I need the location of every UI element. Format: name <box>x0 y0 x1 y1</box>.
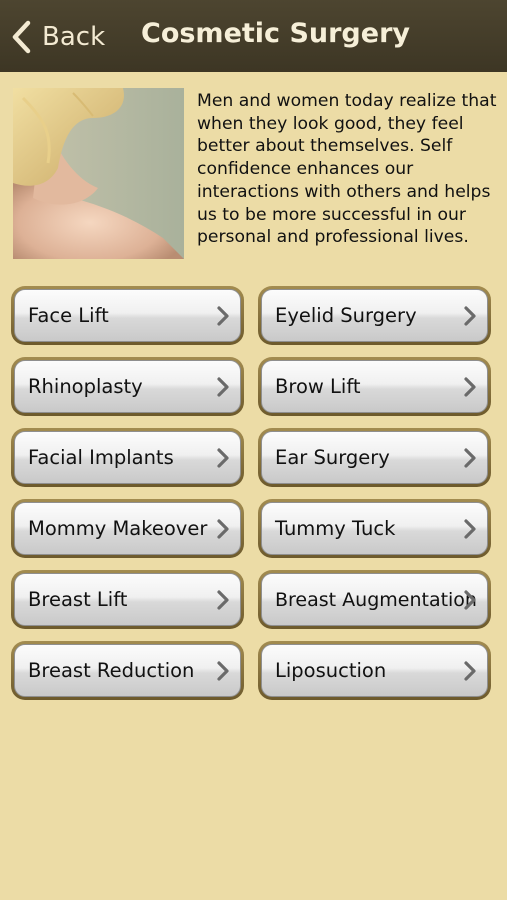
chevron-right-icon <box>217 447 229 468</box>
procedure-label: Face Lift <box>28 304 109 327</box>
procedure-button-breast-reduction[interactable]: Breast Reduction <box>11 641 244 700</box>
procedure-label: Eyelid Surgery <box>275 304 417 327</box>
procedure-button-ear-surgery[interactable]: Ear Surgery <box>258 428 491 487</box>
procedure-button-breast-augmentation[interactable]: Breast Augmentation <box>258 570 491 629</box>
chevron-right-icon <box>464 518 476 539</box>
chevron-right-icon <box>464 589 476 610</box>
chevron-right-icon <box>464 305 476 326</box>
chevron-right-icon <box>217 589 229 610</box>
woman-back-photo <box>13 88 184 259</box>
procedure-label: Liposuction <box>275 659 387 682</box>
procedure-button-eyelid-surgery[interactable]: Eyelid Surgery <box>258 286 491 345</box>
procedure-button-face-lift[interactable]: Face Lift <box>11 286 244 345</box>
chevron-right-icon <box>464 447 476 468</box>
chevron-right-icon <box>464 376 476 397</box>
chevron-left-icon <box>12 20 31 54</box>
chevron-right-icon <box>217 376 229 397</box>
back-button[interactable]: Back <box>10 17 105 57</box>
chevron-right-icon <box>217 305 229 326</box>
navigation-bar: Back Cosmetic Surgery <box>0 0 507 72</box>
chevron-right-icon <box>217 660 229 681</box>
procedure-label: Brow Lift <box>275 375 361 398</box>
procedure-button-tummy-tuck[interactable]: Tummy Tuck <box>258 499 491 558</box>
procedure-button-liposuction[interactable]: Liposuction <box>258 641 491 700</box>
procedure-label: Breast Lift <box>28 588 128 611</box>
procedure-label: Facial Implants <box>28 446 174 469</box>
procedure-button-rhinoplasty[interactable]: Rhinoplasty <box>11 357 244 416</box>
procedure-button-mommy-makeover[interactable]: Mommy Makeover <box>11 499 244 558</box>
chevron-right-icon <box>217 518 229 539</box>
procedure-label: Tummy Tuck <box>275 517 396 540</box>
intro-text: Men and women today realize that when th… <box>197 91 497 248</box>
back-label: Back <box>42 22 106 52</box>
procedure-button-brow-lift[interactable]: Brow Lift <box>258 357 491 416</box>
procedure-label: Breast Augmentation <box>275 588 477 611</box>
page-title: Cosmetic Surgery <box>141 18 410 49</box>
procedure-button-facial-implants[interactable]: Facial Implants <box>11 428 244 487</box>
chevron-right-icon <box>464 660 476 681</box>
procedure-label: Rhinoplasty <box>28 375 143 398</box>
procedure-label: Mommy Makeover <box>28 517 208 540</box>
procedure-label: Ear Surgery <box>275 446 390 469</box>
procedure-button-breast-lift[interactable]: Breast Lift <box>11 570 244 629</box>
procedure-label: Breast Reduction <box>28 659 195 682</box>
